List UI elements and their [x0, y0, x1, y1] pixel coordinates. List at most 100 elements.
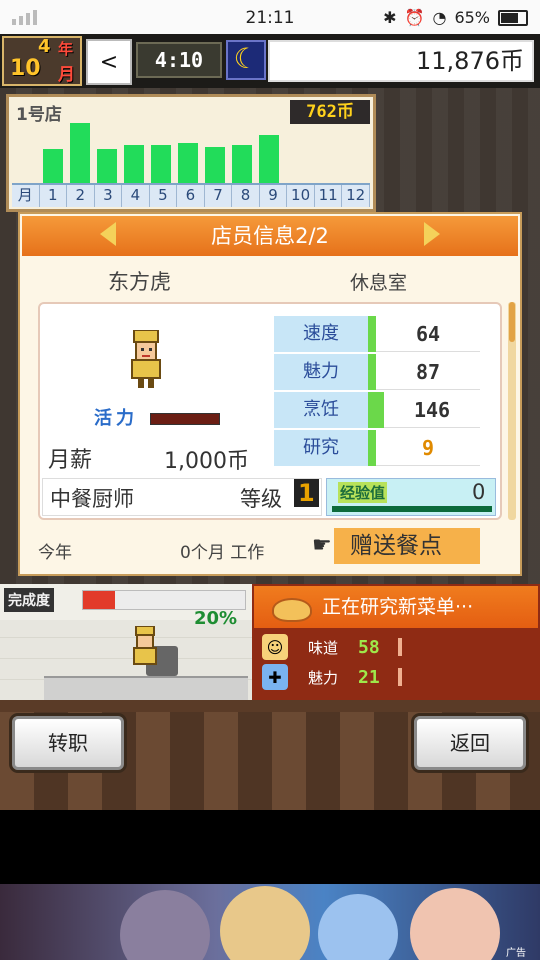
status-bar: 21:11 ✱ ⏰ ◔ 65%	[0, 0, 540, 34]
ad-label: 广告	[506, 948, 526, 959]
axis-month-6: 6	[177, 185, 205, 207]
taste-icon: ☺	[262, 634, 288, 660]
sales-bar-month-4	[124, 145, 144, 183]
back-button[interactable]: 返回	[414, 716, 526, 770]
research-stat-name: 味道	[308, 638, 339, 657]
sales-bar-month-8	[232, 145, 252, 183]
moon-icon: ☾	[226, 40, 266, 80]
stat-value: 146	[384, 392, 480, 428]
stat-row: 烹饪 146	[274, 392, 480, 428]
stat-name: 魅力	[274, 354, 368, 390]
charm-icon: ✚	[262, 664, 288, 690]
panel-scrollbar[interactable]	[508, 302, 516, 520]
stat-bar	[368, 392, 384, 428]
dish-icon	[272, 598, 312, 622]
coin-balance: 11,876币	[268, 40, 534, 82]
stat-row: 魅力 87	[274, 354, 480, 390]
alarm-icon: ⏰	[404, 8, 425, 27]
sales-bar-month-6	[178, 143, 198, 183]
year-unit: 年	[58, 40, 74, 58]
store-total: 762币	[290, 100, 370, 124]
research-stat-name: 魅力	[308, 668, 339, 687]
staff-info-title: 店员信息2/2	[22, 216, 518, 256]
axis-month-9: 9	[260, 185, 288, 207]
stat-name: 速度	[274, 316, 368, 352]
research-stat-value: 21	[358, 666, 380, 688]
next-arrow-icon[interactable]	[424, 222, 440, 246]
vitality-label: 活力	[94, 408, 138, 429]
axis-month-11: 11	[315, 185, 343, 207]
sales-bar-month-9	[259, 135, 279, 183]
level-label: 等级	[240, 487, 282, 511]
date-box: 4 年 10 月	[2, 36, 82, 86]
ad-banner[interactable]	[0, 884, 540, 960]
clock-time: 4:10	[136, 42, 222, 78]
axis-month-2: 2	[67, 185, 95, 207]
pointing-hand-icon: ☛	[312, 533, 332, 558]
completion-fill	[83, 591, 116, 609]
wifi-icon: ◔	[432, 8, 447, 27]
work-duration: 0个月 工作	[180, 543, 265, 563]
ad-character-image	[220, 886, 310, 960]
staff-location: 休息室	[350, 272, 408, 294]
stat-row: 速度 64	[274, 316, 480, 352]
stat-value: 64	[376, 316, 480, 352]
sales-bar-month-5	[151, 145, 171, 183]
ad-character-image	[318, 894, 398, 960]
axis-month-8: 8	[232, 185, 260, 207]
experience-bar	[332, 506, 492, 512]
stat-bar	[368, 354, 376, 390]
staff-name: 东方虎	[108, 270, 171, 294]
prev-arrow-icon[interactable]	[100, 222, 116, 246]
axis-month-5: 5	[150, 185, 178, 207]
experience-label: 经验值	[338, 482, 388, 503]
experience-value: 0	[472, 480, 486, 504]
stat-row: 研究 9	[274, 430, 480, 466]
axis-month-12: 12	[342, 185, 370, 207]
stat-bar	[368, 316, 376, 352]
clock-icon: <	[86, 39, 132, 85]
kitchen-counter	[44, 676, 248, 700]
axis-month-label: 月	[12, 185, 40, 207]
completion-bar	[82, 590, 246, 610]
month-number: 10	[10, 56, 41, 81]
axis-month-4: 4	[122, 185, 150, 207]
research-stat-bar	[398, 668, 402, 686]
salary-value: 1,000币	[164, 449, 249, 474]
completion-percent: 20%	[194, 608, 238, 629]
button-strip-top	[0, 700, 540, 712]
battery-icon	[498, 9, 528, 26]
completion-label: 完成度	[4, 588, 54, 612]
ad-character-image	[410, 888, 500, 960]
cooking-chef-icon	[133, 626, 157, 665]
year-label: 今年	[38, 543, 72, 563]
vitality-bar	[150, 413, 220, 425]
year-number: 4	[38, 36, 51, 57]
month-unit: 月	[58, 65, 75, 85]
ad-character-image	[120, 890, 210, 960]
bluetooth-icon: ✱	[383, 8, 397, 27]
chef-sprite-icon	[131, 330, 161, 388]
sales-bar-month-2	[70, 123, 90, 183]
axis-month-7: 7	[205, 185, 233, 207]
axis-month-10: 10	[287, 185, 315, 207]
gift-meal-button[interactable]: 赠送餐点	[334, 528, 480, 564]
battery-percent: 65%	[454, 8, 490, 27]
stat-value: 9	[376, 430, 480, 466]
research-row-taste: ☺ 味道 58	[262, 632, 534, 662]
research-stat-value: 58	[358, 636, 380, 658]
research-row-charm: ✚ 魅力 21	[262, 662, 534, 692]
store-name: 1号店	[16, 105, 62, 125]
research-stat-bar	[398, 638, 402, 656]
sales-bar-month-1	[43, 149, 63, 183]
salary-label: 月薪	[48, 448, 93, 473]
blank-area	[0, 810, 540, 884]
stat-value: 87	[376, 354, 480, 390]
transfer-button[interactable]: 转职	[12, 716, 124, 770]
axis-month-1: 1	[40, 185, 68, 207]
sales-bar-month-7	[205, 147, 225, 183]
level-value: 1	[294, 479, 319, 507]
job-title: 中餐厨师	[50, 487, 134, 511]
stat-bar	[368, 430, 376, 466]
stat-name: 研究	[274, 430, 368, 466]
